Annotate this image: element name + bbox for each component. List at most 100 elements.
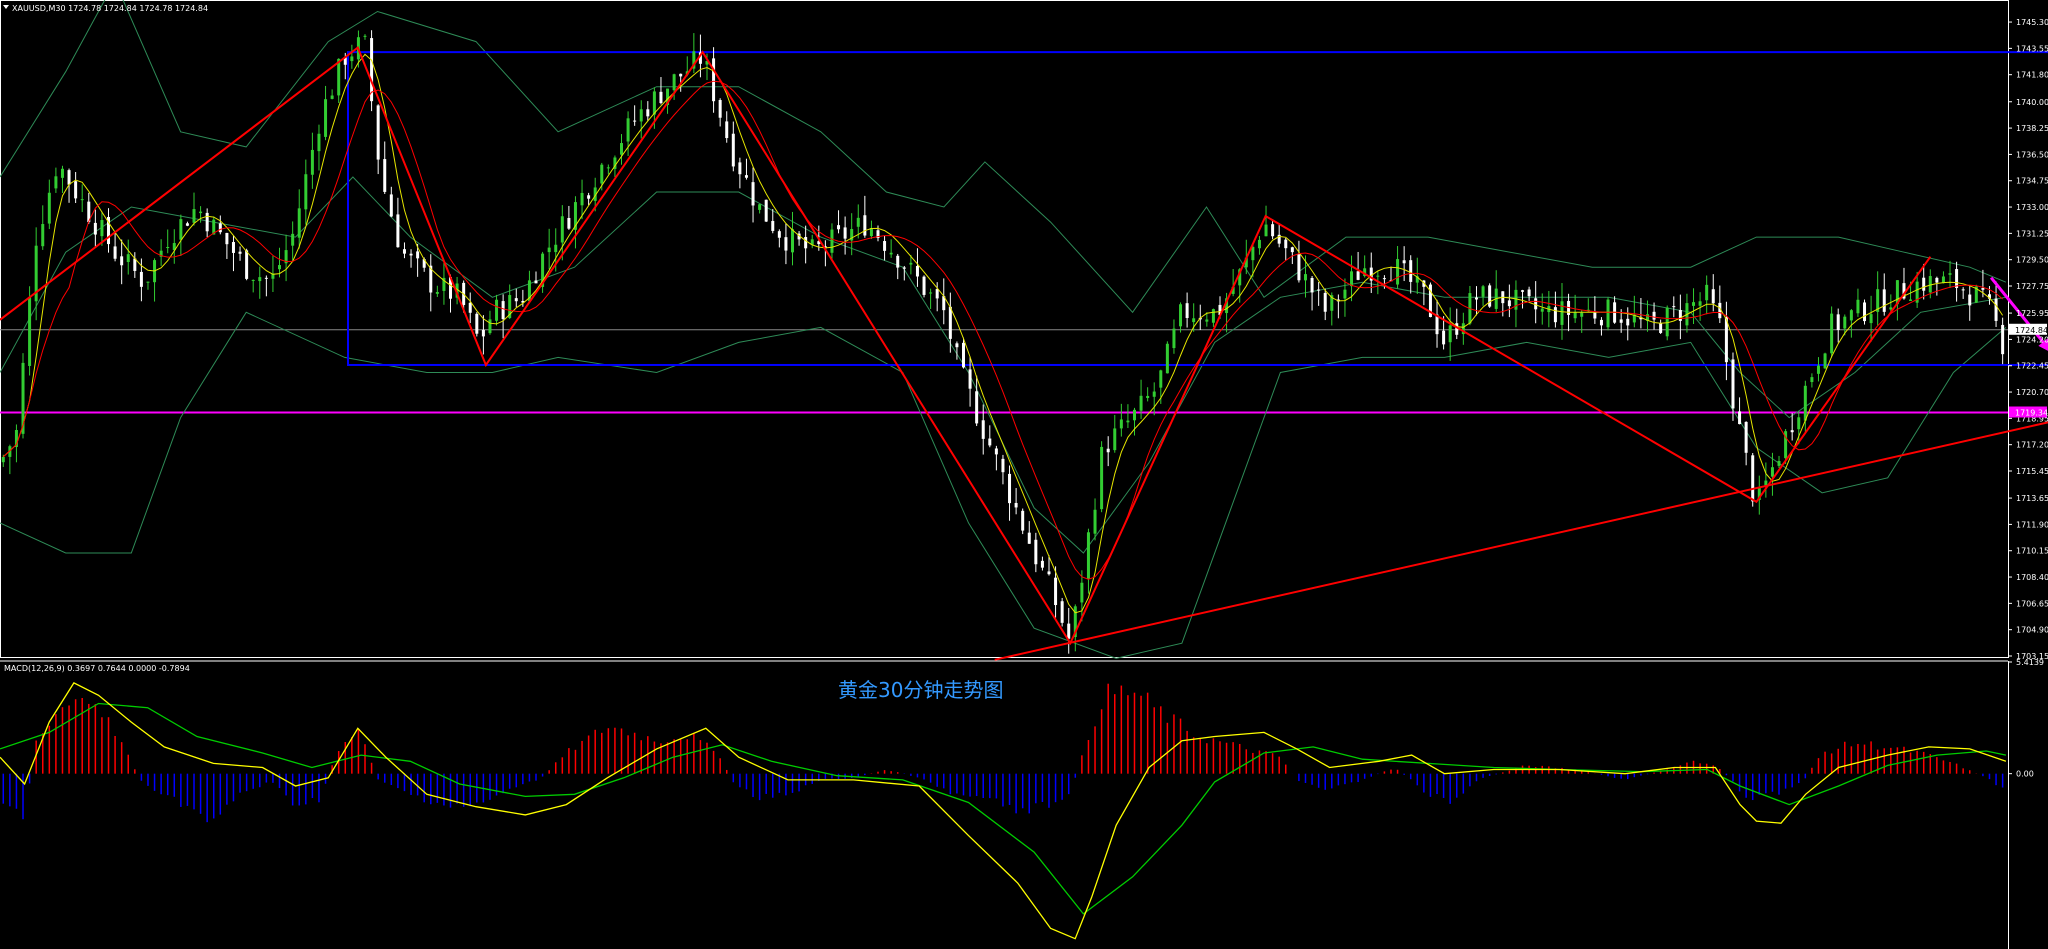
candle-bull — [889, 252, 893, 255]
price-tick-label: 1711.90 — [2016, 520, 2048, 529]
candle-bear — [1836, 314, 1840, 330]
price-tick-label: 1733.00 — [2016, 203, 2048, 212]
candle-bull — [304, 174, 308, 210]
candle-bear — [1356, 271, 1360, 280]
candle-bull — [1830, 313, 1834, 354]
candle-bull — [1889, 307, 1893, 310]
candle-bear — [501, 301, 505, 320]
candle-bear — [93, 222, 97, 235]
candle-bull — [350, 56, 354, 62]
candle-bull — [1810, 377, 1814, 383]
candle-bear — [218, 223, 222, 233]
candle-bull — [1816, 365, 1820, 374]
candle-bear — [948, 306, 952, 339]
candle-bear — [837, 225, 841, 230]
candle-bull — [1146, 395, 1150, 399]
candle-bull — [251, 279, 255, 281]
candle-bear — [725, 121, 729, 139]
candle-bear — [843, 227, 847, 239]
candle-bear — [1488, 285, 1492, 307]
candle-bear — [1711, 289, 1715, 304]
candle-bull — [80, 199, 84, 201]
candle-bull — [1948, 273, 1952, 275]
candle-bull — [60, 168, 64, 178]
candle-bull — [1849, 310, 1853, 321]
candle-bull — [54, 176, 58, 189]
candle-bull — [291, 233, 295, 246]
candle-bull — [1080, 582, 1084, 603]
macd-tick-label: 5.4139 — [2016, 658, 2044, 667]
candle-bull — [258, 277, 262, 282]
candle-bear — [915, 266, 919, 277]
candle-bull — [1251, 246, 1255, 261]
candle-bear — [185, 223, 189, 226]
candle-bear — [534, 280, 538, 284]
candle-bull — [626, 118, 630, 142]
candle-bull — [1692, 302, 1696, 306]
candle-bear — [935, 289, 939, 299]
candle-bull — [1698, 301, 1702, 306]
candle-bear — [1593, 312, 1597, 319]
candle-bull — [1777, 461, 1781, 466]
candle-bull — [1192, 318, 1196, 323]
candle-bull — [909, 262, 913, 265]
candle-bear — [1659, 323, 1663, 333]
candle-bull — [488, 319, 492, 334]
candle-bear — [481, 329, 485, 337]
candle-bull — [1303, 274, 1307, 281]
candle-bull — [1606, 299, 1610, 328]
candle-bear — [67, 170, 71, 185]
candle-bull — [1396, 259, 1400, 285]
price-tick-label: 1731.25 — [2016, 229, 2048, 238]
candle-bear — [409, 253, 413, 256]
candle-bear — [264, 277, 268, 279]
candle-bull — [1376, 275, 1380, 277]
candle-bull — [547, 247, 551, 253]
price-tick-label: 1708.40 — [2016, 573, 2048, 582]
chart-background — [0, 0, 2048, 949]
candle-bull — [166, 247, 170, 249]
symbol-header: XAUUSD,M30 1724.78 1724.84 1724.78 1724.… — [12, 4, 208, 13]
candle-bear — [1527, 289, 1531, 297]
candle-bear — [567, 217, 571, 229]
candle-bear — [902, 267, 906, 269]
candle-bull — [21, 362, 25, 434]
candle-bear — [777, 231, 781, 238]
candle-bull — [41, 224, 45, 247]
candle-bull — [1159, 370, 1163, 388]
price-tick-label: 1740.00 — [2016, 98, 2048, 107]
candle-bear — [1994, 298, 1998, 321]
candle-bear — [633, 120, 637, 122]
candle-bear — [764, 199, 768, 222]
candle-bull — [1481, 286, 1485, 297]
candle-bull — [126, 254, 130, 263]
candle-bear — [712, 58, 716, 102]
candle-bull — [1928, 276, 1932, 293]
candle-bull — [1350, 271, 1354, 287]
candle-bull — [580, 192, 584, 206]
candle-bear — [1790, 430, 1794, 433]
candle-bull — [1119, 419, 1123, 429]
candle-bear — [738, 162, 742, 175]
candle-bull — [554, 244, 558, 253]
candle-bull — [1093, 509, 1097, 534]
trading-chart[interactable]: 1745.30 1743.55 1741.80 1740.00 1738.25 1736.… — [0, 0, 2048, 949]
price-tick-label: 1724.20 — [2016, 335, 2048, 344]
candle-bear — [1599, 319, 1603, 326]
candle-bull — [1856, 299, 1860, 314]
candle-bull — [179, 219, 183, 240]
candle-bear — [1442, 330, 1446, 345]
candle-bull — [1869, 314, 1873, 324]
candle-bear — [961, 342, 965, 368]
candle-bear — [1402, 260, 1406, 264]
candle-bear — [1409, 260, 1413, 282]
candle-bull — [146, 281, 150, 283]
candle-bear — [1626, 318, 1630, 326]
candle-bull — [830, 229, 834, 253]
candle-bear — [389, 194, 393, 217]
price-tick-label: 1736.50 — [2016, 150, 2048, 159]
candle-bear — [1863, 302, 1867, 322]
price-tick-label: 1722.45 — [2016, 362, 2048, 371]
candle-bear — [975, 391, 979, 424]
candle-bear — [988, 438, 992, 446]
